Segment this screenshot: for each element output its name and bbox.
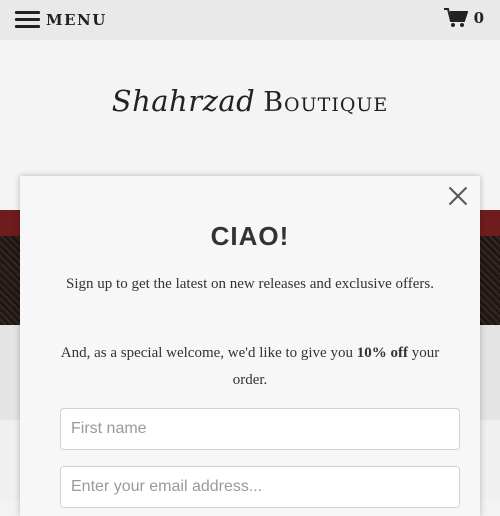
close-icon[interactable] [448,186,468,206]
popup-intro-text: Sign up to get the latest on new release… [66,276,434,292]
popup-offer-text: And, as a special welcome, we'd like to … [50,340,450,394]
offer-text-before: And, as a special welcome, we'd like to … [60,345,357,361]
first-name-field[interactable] [60,408,460,450]
popup-title: CIAO! [210,221,290,251]
email-field[interactable] [60,466,460,508]
newsletter-popup: CIAO! Sign up to get the latest on new r… [20,176,480,516]
offer-discount: 10% off [356,345,408,361]
